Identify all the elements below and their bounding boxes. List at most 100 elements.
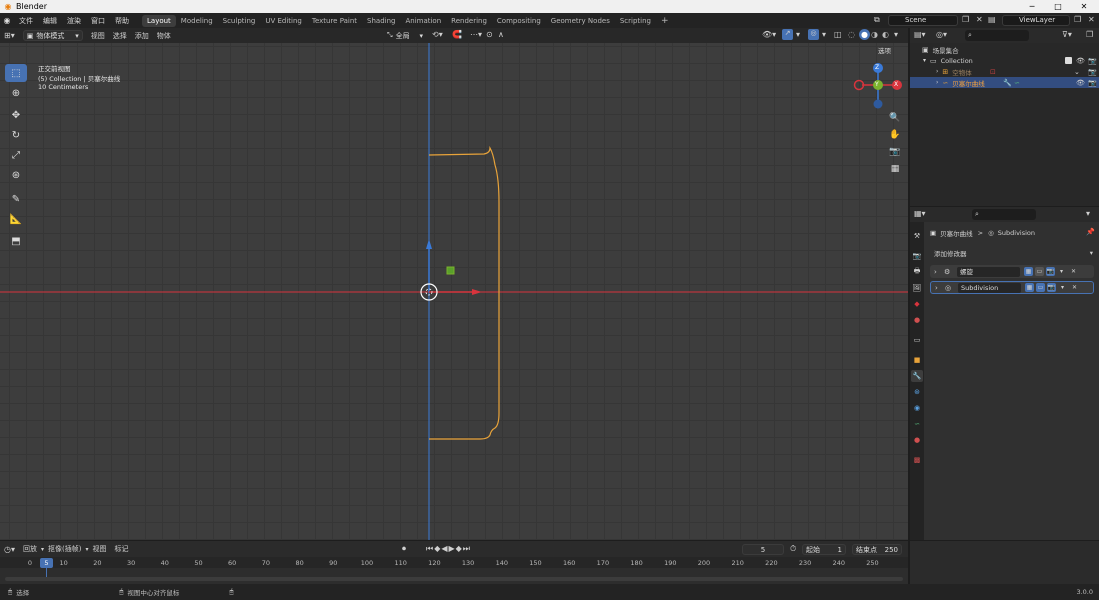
xray-icon[interactable]: ◫ (834, 30, 842, 39)
overlay-dropdown-icon[interactable]: ▾ (822, 30, 826, 39)
tab-compositing[interactable]: Compositing (492, 15, 546, 27)
render-toggle-icon[interactable]: 📷 (1047, 283, 1056, 292)
menu-view[interactable]: 视图 (87, 31, 109, 41)
gizmo-x-label[interactable]: X (894, 81, 898, 88)
expand-icon[interactable]: › (936, 79, 938, 86)
material-tab-icon[interactable]: ● (911, 434, 923, 446)
gizmo-y-label[interactable]: Y (875, 81, 879, 88)
world-tab-icon[interactable]: ● (911, 314, 923, 326)
rotate-tool-icon[interactable]: ↻ (5, 126, 27, 144)
outliner-item-bezier[interactable]: › ∽ 贝塞尔曲线 🔧 ∽ 👁 📷 (910, 77, 1099, 88)
tab-sculpting[interactable]: Sculpting (218, 15, 261, 27)
collection-tab-icon[interactable]: ▭ (911, 334, 923, 346)
pivot-icon[interactable]: ⟲▾ (432, 30, 443, 39)
camera-render-icon[interactable]: 📷 (1088, 79, 1097, 87)
tab-layout[interactable]: Layout (142, 14, 176, 27)
menu-edit[interactable]: 编辑 (38, 16, 62, 26)
start-frame-field[interactable]: 起始 1 (802, 544, 846, 555)
playhead-frame[interactable]: 5 (40, 558, 53, 568)
modifier-panel-subdivision[interactable]: › ◎ Subdivision ▦ ▭ 📷 ▾ ✕ (930, 281, 1094, 294)
add-cube-tool-icon[interactable]: ⬒ (5, 232, 27, 250)
eye-icon[interactable]: 👁 (1076, 79, 1085, 87)
menu-window[interactable]: 窗口 (86, 16, 110, 26)
tool-tab-icon[interactable]: ⚒ (911, 230, 923, 242)
visibility-icon[interactable]: 👁▾ (762, 30, 776, 39)
remove-modifier-icon[interactable]: ✕ (1069, 267, 1078, 276)
modifier-panel-screw[interactable]: › ⚙ 螺旋 ▦ ▭ 📷 ▾ ✕ (930, 265, 1094, 278)
expand-icon[interactable]: › (934, 268, 937, 276)
outliner-collection[interactable]: ▾ ▭ Collection 👁 📷 (910, 55, 1099, 66)
snap-target-icon[interactable]: ⋯▾ (470, 30, 482, 39)
new-collection-icon[interactable]: ❐ (1086, 30, 1093, 39)
filter-icon[interactable]: ⊽▾ (1062, 30, 1072, 39)
timeline-scrollbar[interactable] (5, 577, 903, 581)
mode-dropdown[interactable]: ▣ 物体模式 ▾ (22, 30, 83, 41)
tab-uv-editing[interactable]: UV Editing (260, 15, 307, 27)
properties-editor-icon[interactable]: ▦▾ (914, 209, 926, 218)
select-box-tool-icon[interactable]: ⬚ (5, 64, 27, 82)
menu-marker[interactable]: 标记 (111, 544, 133, 554)
snap-icon[interactable]: 🧲 (452, 30, 462, 39)
properties-search-input[interactable]: ⌕ (972, 209, 1036, 220)
hidden-eye-icon[interactable]: ⌄ (1074, 68, 1080, 76)
material-shading-icon[interactable]: ◑ (871, 30, 878, 39)
cursor-tool-icon[interactable]: ⊕ (5, 84, 27, 102)
particles-tab-icon[interactable]: ⊛ (911, 386, 923, 398)
tab-geometry-nodes[interactable]: Geometry Nodes (546, 15, 615, 27)
3d-viewport[interactable]: Z Y X 正交前视图 (5) Collection | 贝塞尔曲线 10 Ce… (0, 43, 908, 540)
pan-hand-icon[interactable]: ✋ (888, 128, 902, 142)
timeline-area[interactable]: 0 10 20 30 40 50 60 70 80 90 100 110 120 130 140 150 160… (0, 557, 908, 584)
scene-field[interactable]: Scene (888, 15, 958, 26)
menu-object[interactable]: 物体 (153, 31, 175, 41)
current-frame-field[interactable]: 5 (742, 544, 784, 555)
overlay-toggle-icon[interactable]: ◎ (808, 29, 819, 40)
view-layer-field[interactable]: ViewLayer (1002, 15, 1070, 26)
scale-tool-icon[interactable]: ⤢ (5, 146, 27, 164)
display-mode-icon[interactable]: ◎▾ (936, 30, 947, 39)
chevron-down-icon[interactable]: ▾ (1057, 267, 1066, 276)
menu-help[interactable]: 帮助 (110, 16, 134, 26)
rendered-shading-icon[interactable]: ◐ (882, 30, 889, 39)
move-tool-icon[interactable]: ✥ (5, 106, 27, 124)
outliner-scene-collection[interactable]: ▣ 场景集合 (910, 44, 1099, 55)
camera-render-icon[interactable]: 📷 (1088, 68, 1097, 76)
modifier-tab-icon[interactable]: 🔧 (911, 370, 923, 382)
options-dropdown[interactable]: 选项 (878, 45, 891, 55)
clock-icon[interactable]: ⏱ (790, 544, 796, 554)
tab-rendering[interactable]: Rendering (446, 15, 492, 27)
delete-view-layer-icon[interactable]: ✕ (1088, 15, 1095, 24)
modifier-name-field[interactable]: Subdivision (958, 282, 1021, 293)
annotate-tool-icon[interactable]: ✎ (5, 190, 27, 208)
render-tab-icon[interactable]: 📷 (911, 250, 923, 262)
menu-timeline-view[interactable]: 视图 (89, 544, 111, 554)
cage-toggle-icon[interactable]: ▭ (1035, 267, 1044, 276)
end-frame-field[interactable]: 结束点 250 (852, 544, 902, 555)
shading-dropdown-icon[interactable]: ▾ (894, 30, 898, 39)
tab-shading[interactable]: Shading (362, 15, 400, 27)
new-view-layer-icon[interactable]: ❐ (1074, 15, 1081, 24)
object-tab-icon[interactable]: ■ (911, 354, 923, 366)
menu-playback[interactable]: 回放 (19, 544, 41, 554)
add-modifier-dropdown[interactable]: 添加修改器 ▾ (930, 247, 1095, 258)
new-scene-icon[interactable]: ❐ (962, 15, 969, 24)
tab-animation[interactable]: Animation (400, 15, 446, 27)
proportional-edit-icon[interactable]: ⊙ (486, 30, 493, 39)
modifier-name-field[interactable]: 螺旋 (957, 266, 1020, 277)
delete-scene-icon[interactable]: ✕ (976, 15, 983, 24)
outliner-editor-icon[interactable]: ▤▾ (914, 30, 926, 39)
chevron-down-icon[interactable]: ▾ (1058, 283, 1067, 292)
blender-menu-icon[interactable]: ◉ (0, 16, 14, 25)
playback-controls[interactable]: ⏮◆◀▶◆⏭ (426, 544, 471, 554)
edit-mode-toggle-icon[interactable]: ▦ (1025, 283, 1034, 292)
tab-scripting[interactable]: Scripting (615, 15, 656, 27)
minimize-button[interactable]: ─ (1019, 0, 1045, 13)
falloff-icon[interactable]: ∧ (498, 30, 504, 39)
measure-tool-icon[interactable]: 📐 (5, 210, 27, 228)
zoom-icon[interactable]: 🔍 (888, 111, 902, 125)
timeline-editor-icon[interactable]: ◷▾ (0, 545, 19, 554)
eye-icon[interactable]: 👁 (1076, 57, 1085, 65)
gizmo-z-label[interactable]: Z (875, 64, 879, 71)
add-workspace-icon[interactable]: + (656, 14, 674, 28)
render-toggle-icon[interactable]: 📷 (1046, 267, 1055, 276)
maximize-button[interactable]: □ (1045, 0, 1071, 13)
